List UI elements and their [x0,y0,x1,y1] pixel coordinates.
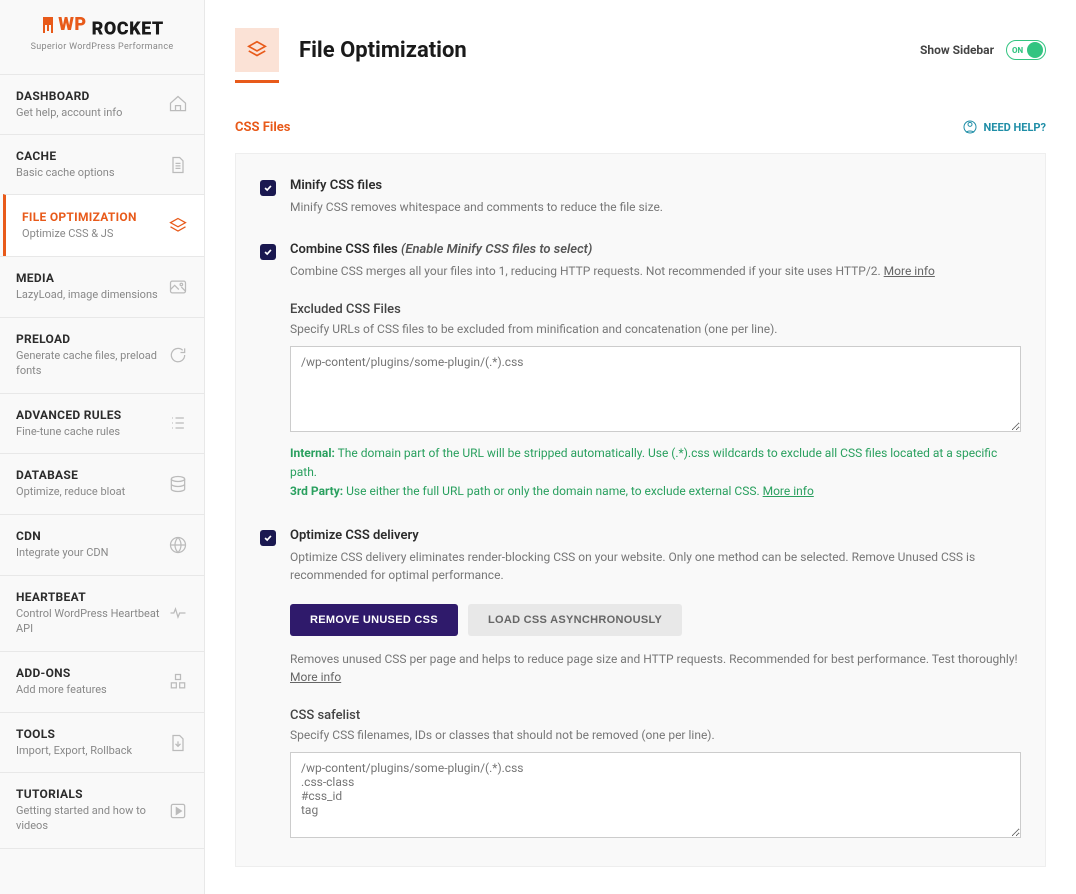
layers-icon [168,216,188,236]
combine-css-checkbox[interactable] [260,244,276,260]
optimize-css-checkbox[interactable] [260,530,276,546]
logo: WP ROCKET [18,14,186,40]
refresh-icon [168,345,188,365]
optimize-css-desc: Optimize CSS delivery eliminates render-… [290,548,1021,584]
minify-css-checkbox[interactable] [260,180,276,196]
layers-icon [246,39,268,61]
css-safelist-block: CSS safelist Specify CSS filenames, IDs … [290,708,1021,842]
minify-css-desc: Minify CSS removes whitespace and commen… [290,198,1021,216]
nav-dashboard[interactable]: DASHBOARDGet help, account info [0,74,204,135]
logo-area: WP ROCKET Superior WordPress Performance [0,0,204,74]
nav-file-optimization[interactable]: FILE OPTIMIZATIONOptimize CSS & JS [3,194,204,256]
globe-icon [168,535,188,555]
play-icon [168,801,188,821]
nav-cdn[interactable]: CDNIntegrate your CDN [0,514,204,575]
show-sidebar-label: Show Sidebar [920,43,994,57]
section-title: CSS Files [235,120,290,135]
nav-advanced-rules[interactable]: ADVANCED RULESFine-tune cache rules [0,393,204,454]
remove-unused-css-button[interactable]: REMOVE UNUSED CSS [290,604,458,636]
minify-css-title: Minify CSS files [290,178,1021,193]
option-optimize-css: Optimize CSS delivery Optimize CSS deliv… [260,528,1021,842]
nav-addons[interactable]: ADD-ONSAdd more features [0,651,204,712]
nav-cache[interactable]: CACHEBasic cache options [0,134,204,195]
need-help-link[interactable]: NEED HELP? [962,119,1047,135]
list-icon [168,413,188,433]
excluded-css-desc: Specify URLs of CSS files to be excluded… [290,322,1021,336]
page-icon [235,28,279,72]
helper-more-info-link[interactable]: More info [763,484,814,498]
combine-more-info-link[interactable]: More info [884,264,935,278]
boxes-icon [168,672,188,692]
nav-database[interactable]: DATABASEOptimize, reduce bloat [0,453,204,514]
excluded-css-block: Excluded CSS Files Specify URLs of CSS f… [290,302,1021,502]
css-safelist-label: CSS safelist [290,708,1021,723]
option-combine-css: Combine CSS files (Enable Minify CSS fil… [260,242,1021,502]
check-icon [263,183,273,193]
nav-media[interactable]: MEDIALazyLoad, image dimensions [0,256,204,317]
nav-heartbeat[interactable]: HEARTBEATControl WordPress Heartbeat API [0,575,204,651]
check-icon [263,533,273,543]
css-safelist-desc: Specify CSS filenames, IDs or classes th… [290,728,1021,742]
optimize-more-info-link[interactable]: More info [290,670,341,684]
show-sidebar-toggle[interactable]: ON [1006,40,1046,60]
combine-css-desc: Combine CSS merges all your files into 1… [290,262,1021,280]
page-title: File Optimization [299,38,467,63]
database-icon [168,474,188,494]
home-icon [168,94,188,114]
section-header: CSS Files NEED HELP? [235,119,1046,135]
main-content: File Optimization Show Sidebar ON CSS Fi… [205,0,1076,894]
excluded-css-helper: Internal: The domain part of the URL wil… [290,444,1021,502]
heartbeat-icon [168,603,188,623]
tab-underline [235,80,279,83]
image-icon [168,277,188,297]
nav-tools[interactable]: TOOLSImport, Export, Rollback [0,712,204,773]
import-icon [168,733,188,753]
combine-css-title: Combine CSS files (Enable Minify CSS fil… [290,242,1021,257]
option-minify-css: Minify CSS files Minify CSS removes whit… [260,178,1021,216]
sidebar: WP ROCKET Superior WordPress Performance… [0,0,205,894]
css-panel: Minify CSS files Minify CSS removes whit… [235,153,1046,867]
optimize-css-title: Optimize CSS delivery [290,528,1021,543]
optimize-method-buttons: REMOVE UNUSED CSS LOAD CSS ASYNCHRONOUSL… [290,604,1021,636]
page-header: File Optimization Show Sidebar ON [235,28,1046,72]
excluded-css-label: Excluded CSS Files [290,302,1021,317]
nav-tutorials[interactable]: TUTORIALSGetting started and how to vide… [0,772,204,849]
load-css-async-button[interactable]: LOAD CSS ASYNCHRONOUSLY [468,604,682,636]
excluded-css-textarea[interactable] [290,346,1021,432]
remove-unused-desc: Removes unused CSS per page and helps to… [290,650,1021,686]
help-icon [962,119,978,135]
check-icon [263,247,273,257]
css-safelist-textarea[interactable] [290,752,1021,838]
file-icon [168,155,188,175]
nav-preload[interactable]: PRELOADGenerate cache files, preload fon… [0,317,204,393]
tagline: Superior WordPress Performance [18,42,186,52]
